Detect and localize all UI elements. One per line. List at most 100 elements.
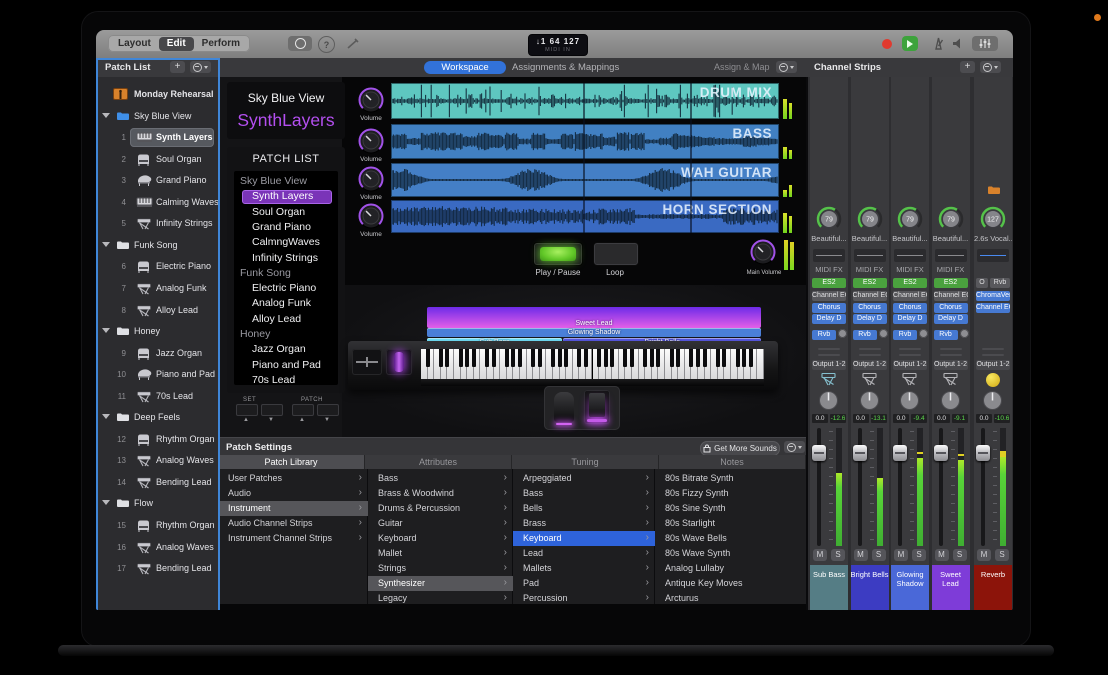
strip-sound-label[interactable]: Beautiful... [810, 234, 848, 243]
loop-button[interactable] [593, 242, 639, 266]
strip-knob[interactable]: 79 [897, 206, 923, 232]
track-row-bass[interactable]: BASS [391, 124, 779, 159]
piano-key-black[interactable] [742, 349, 746, 367]
pitch-bend-pad[interactable] [352, 349, 382, 375]
piano-key-black[interactable] [445, 349, 449, 367]
strip-name-plate[interactable]: Sub Bass [810, 565, 848, 610]
patch-settings-action-menu[interactable] [784, 441, 805, 453]
mute-button[interactable]: M [854, 549, 868, 561]
instrument-slot[interactable]: ES2 [893, 278, 927, 288]
piano-key-black[interactable] [722, 349, 726, 367]
piano-key-black[interactable] [551, 349, 555, 367]
browser-item[interactable]: Pad › [513, 576, 655, 591]
solo-button[interactable]: S [995, 549, 1009, 561]
add-channel-strip-button[interactable]: + [960, 61, 975, 73]
piano-key-black[interactable] [689, 349, 693, 367]
output-slot[interactable]: Output 1-2 [853, 360, 887, 370]
sidebar-set-row[interactable]: Deep Feels [96, 407, 218, 428]
pan-knob[interactable] [982, 390, 1003, 411]
sidebar-patch-row[interactable]: 9 Jazz Organ [96, 343, 218, 364]
help-button[interactable]: ? [318, 36, 335, 53]
solo-button[interactable]: S [912, 549, 926, 561]
layer-bar[interactable]: Glowing Shadow [427, 328, 761, 337]
browser-item[interactable]: Arpeggiated › [513, 471, 655, 486]
disclosure-triangle-icon[interactable] [102, 500, 110, 505]
screen-list-patch[interactable]: Soul Organ [252, 205, 338, 220]
piano-key-black[interactable] [518, 349, 522, 367]
disclosure-triangle-icon[interactable] [102, 414, 110, 419]
expression-pedal[interactable] [554, 392, 574, 422]
piano-key-black[interactable] [511, 349, 515, 367]
screen-list-set[interactable]: Honey [240, 327, 338, 342]
screen-list-patch[interactable]: Piano and Pad [252, 358, 338, 373]
piano-key-black[interactable] [439, 349, 443, 367]
strip-name-plate[interactable]: Sweet Lead [932, 565, 970, 610]
piano-key-black[interactable] [604, 349, 608, 367]
browser-item[interactable]: Lead › [513, 546, 655, 561]
output-slot[interactable]: Output 1-2 [934, 360, 968, 370]
sidebar-patch-row[interactable]: 14 Bending Lead [96, 472, 218, 493]
browser-item[interactable]: Analog Lullaby [655, 561, 806, 576]
send-slot[interactable]: Rvb [893, 330, 917, 340]
track-volume-knob[interactable] [357, 127, 385, 155]
instrument-slot[interactable]: ES2 [934, 278, 968, 288]
volume-fader[interactable] [853, 445, 867, 461]
browser-item[interactable]: Bass › [368, 471, 513, 486]
screen-list-set[interactable]: Sky Blue View [240, 174, 338, 189]
playhead-marker[interactable] [690, 83, 692, 233]
piano-key-black[interactable] [558, 349, 562, 367]
eq-thumbnail[interactable] [977, 249, 1009, 262]
strip-sound-label[interactable]: Beautiful... [891, 234, 929, 243]
assign-map-button[interactable]: Assign & Map [714, 61, 770, 74]
sidebar-concert-row[interactable]: Monday Rehearsal [96, 84, 218, 105]
strip-knob[interactable]: 127 [980, 206, 1006, 232]
browser-item[interactable]: 80s Wave Bells [655, 531, 806, 546]
send-knob[interactable] [960, 329, 969, 338]
pan-knob[interactable] [940, 390, 961, 411]
volume-readout[interactable]: 0.0 [853, 414, 869, 423]
browser-item[interactable]: Instrument › [218, 501, 368, 516]
volume-readout[interactable]: 0.0 [934, 414, 950, 423]
sidebar-set-row[interactable]: Sky Blue View [96, 106, 218, 127]
midi-fx-slot[interactable]: MIDI FX [810, 265, 848, 274]
mode-perform-button[interactable]: Perform [194, 37, 248, 51]
browser-item[interactable]: 80s Sine Synth [655, 501, 806, 516]
send-knob[interactable] [838, 329, 847, 338]
browser-item[interactable]: 80s Wave Synth [655, 546, 806, 561]
piano-key-black[interactable] [696, 349, 700, 367]
browser-item[interactable]: Strings › [368, 561, 513, 576]
mute-button[interactable]: M [813, 549, 827, 561]
audio-fx-slot[interactable]: Channel EQ [812, 291, 846, 301]
browser-item[interactable]: Keyboard › [513, 531, 655, 546]
browser-item[interactable]: Synthesizer › [368, 576, 513, 591]
tab-workspace[interactable]: Workspace [424, 61, 506, 74]
strip-name-plate[interactable]: Reverb [974, 565, 1012, 610]
browser-item[interactable]: Audio Channel Strips › [218, 516, 368, 531]
channel-strip-panel-toggle-button[interactable] [972, 36, 998, 51]
screen-list-patch[interactable]: Jazz Organ [252, 342, 338, 357]
audio-fx-slot[interactable]: Channel EQ [976, 303, 1010, 313]
set-next-button[interactable] [261, 404, 283, 416]
browser-item[interactable]: Mallets › [513, 561, 655, 576]
output-slot[interactable]: Output 1-2 [893, 360, 927, 370]
strip-knob[interactable]: 79 [938, 206, 964, 232]
midi-fx-slot[interactable]: MIDI FX [932, 265, 970, 274]
track-row-drum-mix[interactable]: DRUM MIX [391, 83, 779, 119]
mode-layout-button[interactable]: Layout [110, 37, 159, 51]
sidebar-patch-row[interactable]: 3 Grand Piano [96, 170, 218, 191]
audio-fx-slot[interactable]: Delay D [893, 314, 927, 324]
main-volume-knob[interactable] [749, 238, 777, 266]
play-pause-button[interactable] [533, 242, 583, 266]
output-slot[interactable]: Output 1-2 [976, 360, 1010, 370]
sidebar-patch-row[interactable]: 17 Bending Lead [96, 558, 218, 579]
piano-key-black[interactable] [736, 349, 740, 367]
piano-key-black[interactable] [426, 349, 430, 367]
eq-thumbnail[interactable] [894, 249, 926, 262]
keyboard[interactable] [421, 349, 764, 379]
piano-key-black[interactable] [597, 349, 601, 367]
strip-name-plate[interactable]: Glowing Shadow [891, 565, 929, 610]
audio-fx-slot[interactable]: Chorus [934, 303, 968, 313]
sidebar-patch-row[interactable]: 8 Alloy Lead [96, 300, 218, 321]
piano-key-black[interactable] [610, 349, 614, 367]
sidebar-patch-row[interactable]: 12 Rhythm Organ [96, 429, 218, 450]
